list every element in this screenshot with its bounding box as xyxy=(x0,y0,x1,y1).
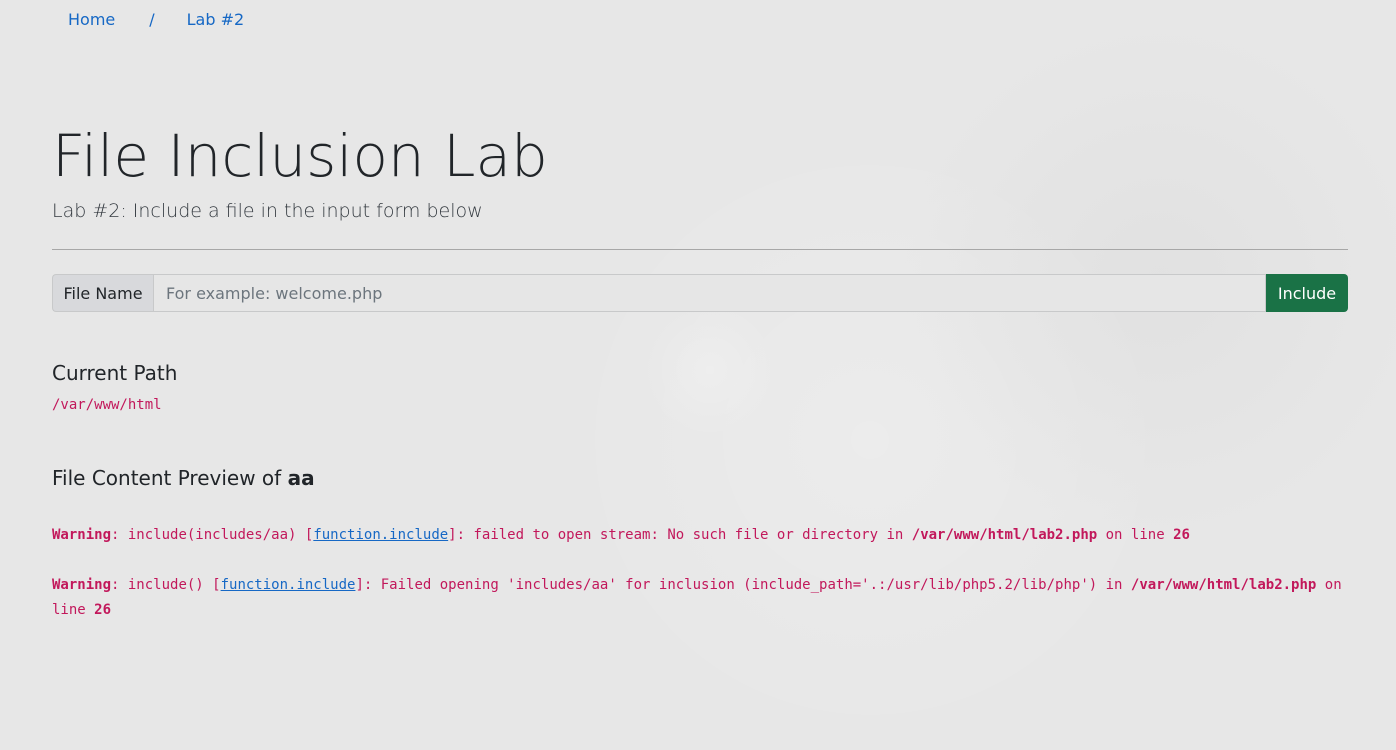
function-include-link[interactable]: function.include xyxy=(221,577,356,593)
warning-label: Warning xyxy=(52,527,112,543)
warning-text: on line xyxy=(1097,527,1174,543)
warning-file: /var/www/html/lab2.php xyxy=(1130,577,1317,593)
background-shape xyxy=(560,130,1180,750)
warning-line-number: 26 xyxy=(1173,527,1190,543)
breadcrumb-home-link[interactable]: Home xyxy=(68,9,115,31)
file-preview-heading: File Content Preview of aa xyxy=(52,465,315,491)
page-lead: Lab #2: Include a file in the input form… xyxy=(52,200,483,222)
page-title: File Inclusion Lab xyxy=(52,122,548,190)
divider xyxy=(52,249,1348,250)
current-path-value: /var/www/html xyxy=(52,397,162,413)
current-path-heading: Current Path xyxy=(52,361,178,385)
warning-text: ]: Failed opening 'includes/aa' for incl… xyxy=(355,577,1131,593)
breadcrumb-separator: / xyxy=(149,10,155,29)
preview-file-name: aa xyxy=(287,466,315,490)
warning-message: Warning: include() [function.include]: F… xyxy=(52,573,1348,623)
warning-file: /var/www/html/lab2.php xyxy=(911,527,1098,543)
breadcrumb: Home / Lab #2 xyxy=(68,9,244,31)
warning-label: Warning xyxy=(52,577,112,593)
include-button[interactable]: Include xyxy=(1266,274,1348,312)
warning-text: : include(includes/aa) [ xyxy=(111,527,314,543)
file-include-form: File Name Include xyxy=(52,274,1348,312)
file-preview-heading-prefix: File Content Preview of xyxy=(52,466,282,490)
warning-line-number: 26 xyxy=(94,602,112,618)
warning-text: ]: failed to open stream: No such file o… xyxy=(448,527,912,543)
warning-message: Warning: include(includes/aa) [function.… xyxy=(52,523,1348,548)
warning-text: : include() [ xyxy=(111,577,221,593)
file-name-label: File Name xyxy=(52,274,153,312)
breadcrumb-lab2-link[interactable]: Lab #2 xyxy=(187,9,245,31)
function-include-link[interactable]: function.include xyxy=(313,527,448,543)
file-name-input[interactable] xyxy=(153,274,1266,312)
background-shape xyxy=(640,300,780,440)
